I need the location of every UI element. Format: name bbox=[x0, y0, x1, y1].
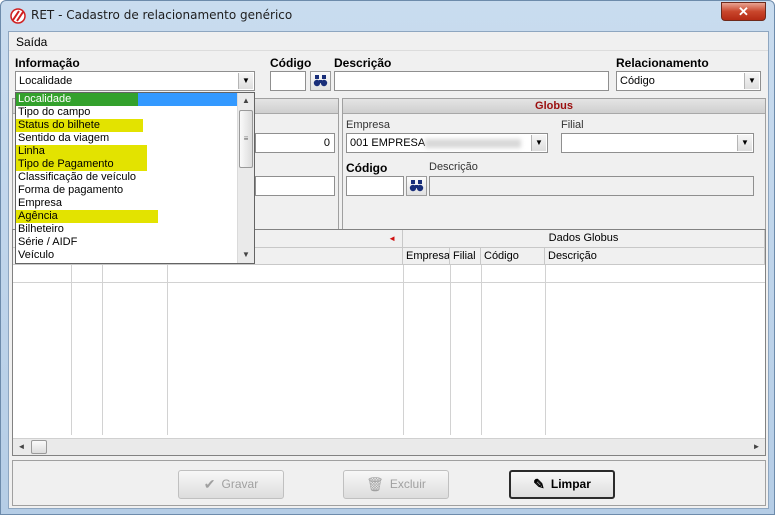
left-number-value: 0 bbox=[323, 137, 330, 149]
relacionamento-select[interactable]: Código ▼ bbox=[616, 71, 761, 91]
dropdown-item[interactable]: Forma de pagamento bbox=[16, 184, 123, 197]
relacionamento-label: Relacionamento bbox=[616, 56, 709, 70]
globus-panel: Globus Empresa 001 EMPRESA ▼ Filial ▼ Có… bbox=[342, 98, 766, 230]
globus-codigo-input[interactable] bbox=[346, 176, 404, 196]
window-title: RET - Cadastro de relacionamento genéric… bbox=[31, 8, 293, 22]
scroll-thumb[interactable]: ≡ bbox=[239, 110, 253, 168]
arrow-left-icon[interactable]: ◄ bbox=[388, 230, 396, 247]
dropdown-item[interactable]: Série / AIDF bbox=[16, 236, 77, 249]
globus-empresa-select[interactable]: 001 EMPRESA ▼ bbox=[346, 133, 548, 153]
grid-col-filial[interactable]: Filial bbox=[450, 248, 481, 265]
dropdown-item[interactable]: Bilheteiro bbox=[16, 223, 64, 236]
excluir-button[interactable]: 🗑 Excluir bbox=[343, 470, 449, 499]
dropdown-item[interactable]: Linha bbox=[16, 145, 147, 158]
scroll-right-icon[interactable]: ► bbox=[748, 439, 765, 455]
limpar-button[interactable]: ✎ Limpar bbox=[509, 470, 615, 499]
table-row[interactable] bbox=[13, 265, 765, 283]
grid-col-descricao[interactable]: Descrição bbox=[545, 248, 765, 265]
globus-codigo-label: Código bbox=[346, 161, 388, 175]
menu-bar: Saída bbox=[9, 32, 768, 51]
app-logo-icon bbox=[10, 8, 26, 24]
dropdown-item[interactable]: Veículo bbox=[16, 249, 54, 262]
menu-item-saida[interactable]: Saída bbox=[16, 35, 47, 49]
descricao-input[interactable] bbox=[334, 71, 609, 91]
binoculars-icon bbox=[409, 180, 424, 192]
left-text-input[interactable] bbox=[255, 176, 335, 196]
chevron-down-icon[interactable]: ▼ bbox=[744, 73, 759, 89]
grid-divider bbox=[450, 265, 451, 435]
limpar-label: Limpar bbox=[550, 477, 591, 491]
trash-icon: 🗑 bbox=[366, 476, 384, 492]
grid-divider bbox=[167, 265, 168, 435]
close-button[interactable]: ✕ bbox=[721, 2, 766, 21]
eraser-icon: ✎ bbox=[533, 476, 545, 492]
chevron-down-icon[interactable]: ▼ bbox=[238, 73, 253, 89]
gravar-button[interactable]: ✔ Gravar bbox=[178, 470, 284, 499]
grid-divider bbox=[481, 265, 482, 435]
informacao-select-value: Localidade bbox=[19, 75, 73, 87]
chevron-down-icon[interactable]: ▼ bbox=[737, 135, 752, 151]
search-binoculars-button[interactable] bbox=[310, 71, 331, 91]
grid-divider bbox=[102, 265, 103, 435]
grid-divider bbox=[403, 265, 404, 435]
dropdown-item[interactable]: Agência bbox=[16, 210, 158, 223]
dropdown-item[interactable]: Status do bilhete bbox=[16, 119, 143, 132]
grid-group-globus: Dados Globus bbox=[403, 230, 765, 248]
excluir-label: Excluir bbox=[389, 477, 426, 491]
scroll-up-icon[interactable]: ▲ bbox=[238, 93, 254, 109]
app-window: RET - Cadastro de relacionamento genéric… bbox=[0, 0, 775, 515]
chevron-down-icon[interactable]: ▼ bbox=[531, 135, 546, 151]
dropdown-item[interactable]: Tipo do campo bbox=[16, 106, 90, 119]
descricao-label: Descrição bbox=[334, 56, 392, 70]
informacao-dropdown-list[interactable]: Localidade Tipo do campo Status do bilhete… bbox=[15, 92, 255, 264]
checkmark-icon: ✔ bbox=[203, 476, 216, 492]
grid-divider bbox=[545, 265, 546, 435]
vertical-scrollbar[interactable]: ▲ ≡ ▼ bbox=[237, 93, 254, 263]
redacted-text bbox=[425, 139, 521, 148]
binoculars-icon bbox=[313, 75, 328, 87]
scroll-thumb[interactable] bbox=[31, 440, 47, 454]
informacao-label: Informação bbox=[15, 56, 80, 70]
dropdown-item-label: Localidade bbox=[16, 93, 138, 106]
codigo-input[interactable] bbox=[270, 71, 306, 91]
grid-col-empresa[interactable]: Empresa bbox=[403, 248, 450, 265]
globus-panel-header: Globus bbox=[343, 99, 765, 114]
grid-divider bbox=[71, 265, 72, 435]
horizontal-scrollbar[interactable]: ◄ ► bbox=[13, 438, 765, 455]
dropdown-item[interactable]: Empresa bbox=[16, 197, 62, 210]
grid-col-codigo[interactable]: Código bbox=[481, 248, 545, 265]
globus-filial-select[interactable]: ▼ bbox=[561, 133, 754, 153]
dropdown-item[interactable]: Classificação de veículo bbox=[16, 171, 136, 184]
title-bar[interactable]: RET - Cadastro de relacionamento genéric… bbox=[1, 1, 774, 31]
client-area: Saída Informação Localidade ▼ Código Des… bbox=[8, 31, 769, 509]
dropdown-item[interactable]: Tipo de Pagamento bbox=[16, 158, 147, 171]
globus-search-button[interactable] bbox=[406, 176, 427, 196]
globus-empresa-value: 001 EMPRESA bbox=[350, 137, 426, 149]
dropdown-item[interactable]: Localidade bbox=[16, 93, 238, 106]
globus-empresa-label: Empresa bbox=[346, 119, 391, 131]
button-bar: ✔ Gravar 🗑 Excluir ✎ Limpar bbox=[12, 460, 766, 506]
scroll-down-icon[interactable]: ▼ bbox=[238, 247, 254, 263]
globus-descricao-input bbox=[429, 176, 754, 196]
gravar-label: Gravar bbox=[221, 477, 259, 491]
dropdown-item[interactable]: Sentido da viagem bbox=[16, 132, 109, 145]
scroll-left-icon[interactable]: ◄ bbox=[13, 439, 30, 455]
codigo-label: Código bbox=[270, 56, 312, 70]
relacionamento-select-value: Código bbox=[620, 75, 655, 87]
globus-descricao-label: Descrição bbox=[429, 161, 478, 173]
globus-filial-label: Filial bbox=[561, 119, 584, 131]
informacao-select[interactable]: Localidade ▼ bbox=[15, 71, 255, 91]
left-number-input[interactable]: 0 bbox=[255, 133, 335, 153]
